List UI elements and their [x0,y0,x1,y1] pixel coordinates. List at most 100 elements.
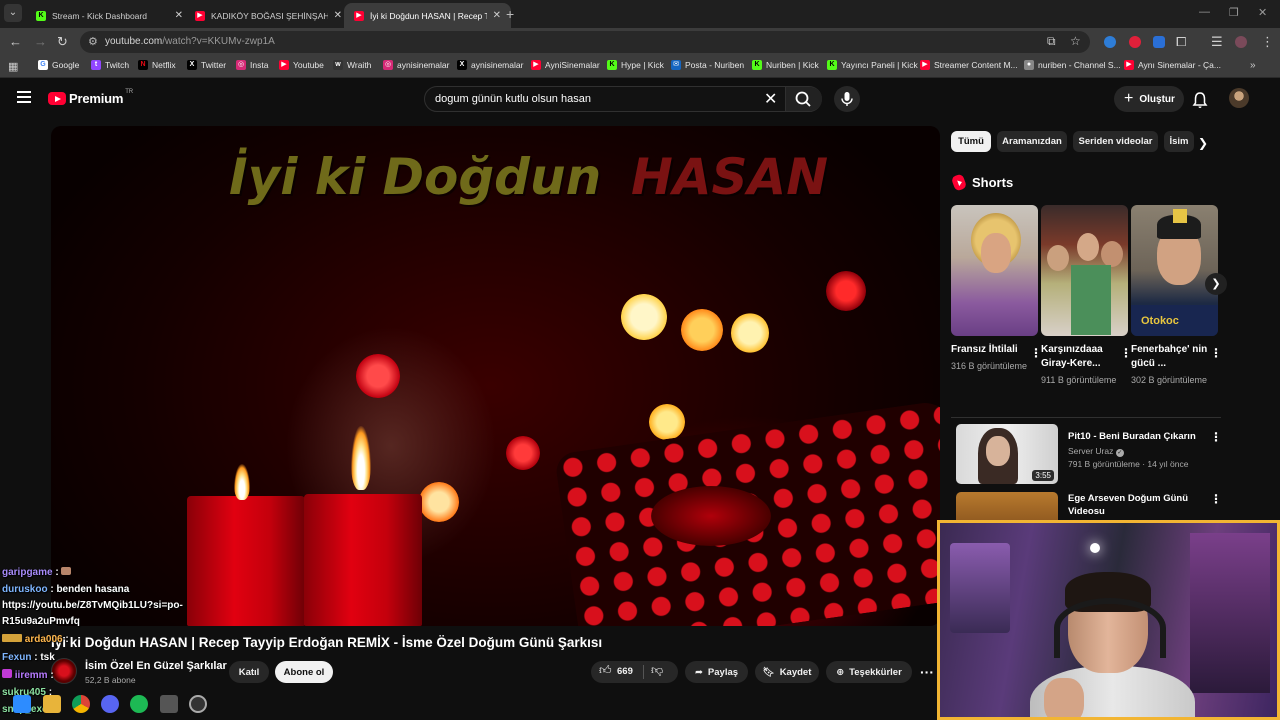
close-icon[interactable]: ✕ [334,10,342,21]
voice-search-button[interactable] [834,86,860,112]
chip-name[interactable]: İsim [1164,131,1194,152]
short-more-icon[interactable]: ⋮ [1210,346,1222,360]
video-title[interactable]: Pit10 - Beni Buradan Çıkarın [1068,430,1208,443]
chat-message: Fexun : tsk [2,652,55,663]
chip-from-series[interactable]: Seriden videolar [1073,131,1158,152]
browser-menu-icon[interactable]: ⋮ [1261,35,1274,49]
apps-grid-icon[interactable]: ▦ [8,60,18,73]
obs-icon[interactable] [189,695,207,713]
share-button[interactable]: ➦ Paylaş [685,661,748,683]
bookmark-label: Streamer Content M... [934,60,1018,70]
bookmark-nuriben-kick[interactable]: K Nuriben | Kick [752,60,819,70]
app-icon[interactable] [160,695,178,713]
video-more-icon[interactable]: ⋮ [1210,430,1222,444]
recommended-video[interactable]: Ege Arseven Doğum Günü Videosu ⋮ [951,492,1222,552]
tab-current-video[interactable]: ▶ İyi ki Doğdun HASAN | Recep T ✕ [344,3,511,28]
cast-icon[interactable]: ⧉ [1047,34,1056,49]
video-title[interactable]: Ege Arseven Doğum Günü Videosu [1068,492,1208,518]
discord-icon[interactable] [101,695,119,713]
short-item[interactable]: Fransız İhtilali 316 B görüntüleme ⋮ [951,205,1042,372]
video-more-icon[interactable]: ⋮ [1210,492,1222,506]
shorts-next-button[interactable]: ❯ [1205,273,1227,295]
reading-list-icon[interactable]: ☰ [1211,35,1223,49]
bookmark-hype-kick[interactable]: K Hype | Kick [607,60,664,70]
short-item[interactable]: Karşınızdaaa Giray-Kere... 911 B görüntü… [1041,205,1132,386]
back-icon[interactable]: ← [9,35,22,49]
user-avatar[interactable] [1229,88,1249,108]
recommended-video[interactable]: 3:55 Pit10 - Beni Buradan Çıkarın Server… [951,424,1222,486]
forward-icon[interactable]: → [34,35,47,49]
video-player[interactable]: İyi ki Doğdun HASAN [51,126,940,626]
channel-name[interactable]: İsim Özel En Güzel Şarkılar [85,660,227,672]
youtube-logo-icon[interactable] [48,92,66,105]
spotify-icon[interactable] [130,695,148,713]
video-thumbnail[interactable]: 3:55 [956,424,1058,484]
more-bookmarks-icon[interactable]: » [1250,60,1256,71]
reload-icon[interactable]: ↻ [57,35,68,49]
close-icon[interactable]: ✕ [493,10,501,21]
bookmark-twitch[interactable]: t Twitch [91,60,129,70]
minimize-icon[interactable]: — [1199,6,1210,18]
short-title[interactable]: Fransız İhtilali [951,343,1029,357]
new-tab-button[interactable]: + [506,6,514,22]
bookmark-aynisinemalar-x[interactable]: Xaynisinemalar [457,60,523,70]
youtube-premium-logo[interactable]: Premium TR [69,89,133,106]
bookmark-ayni-sinemalar-ca[interactable]: ▶ Aynı Sinemalar - Ça... [1124,60,1221,70]
bokeh-light [731,313,769,353]
windows-start-icon[interactable] [13,695,31,713]
bookmark-twitter[interactable]: X Twitter [187,60,226,70]
bookmark-insta[interactable]: ◎ Insta [236,60,268,70]
short-thumbnail[interactable] [951,205,1038,336]
chip-all[interactable]: Tümü [951,131,991,152]
bookmark-wraith[interactable]: w Wraith [333,60,371,70]
tab-kadikoy-video[interactable]: ▶ KADIKÖY BOĞASI ŞEHİNŞAH VE ✕ [185,3,352,28]
like-icon[interactable]: 👍︎ [599,663,612,678]
search-button[interactable] [785,87,822,111]
search-input[interactable] [435,90,755,108]
bookmark-streamer-content[interactable]: ▶ Streamer Content M... [920,60,1018,70]
create-button[interactable]: + Oluştur [1114,86,1184,112]
bookmark-netflix[interactable]: N Netflix [138,60,176,70]
bookmark-aynisinemalar-yt[interactable]: ▶ AyniSinemalar [531,60,600,70]
extension-icon[interactable] [1104,36,1116,48]
menu-hamburger-icon[interactable] [17,91,31,103]
tab-kick-dashboard[interactable]: K Stream - Kick Dashboard ✕ [26,3,193,28]
notifications-bell-icon[interactable] [1192,91,1208,109]
short-thumbnail[interactable]: Otokoc [1131,205,1218,336]
close-icon[interactable]: ✕ [175,10,183,21]
like-count[interactable]: 669 [617,666,633,677]
short-title[interactable]: Karşınızdaaa Giray-Kere... [1041,343,1119,371]
chips-next-icon[interactable]: ❯ [1198,136,1208,150]
short-title[interactable]: Fenerbahçe' nin gücü ... [1131,343,1209,371]
restore-icon[interactable]: ❐ [1229,6,1239,19]
subscribe-button[interactable]: Abone ol [275,661,333,683]
save-button[interactable]: 🔖︎ Kaydet [755,661,819,683]
bookmark-posta[interactable]: ✉ Posta - Nuriben [671,60,744,70]
site-info-icon[interactable]: ⚙ [88,35,98,48]
extensions-puzzle-icon[interactable]: ⧠ [1176,35,1186,49]
bookmark-nuriben-channel[interactable]: ● nuriben - Channel S... [1024,60,1121,70]
extension-icon[interactable] [1129,36,1141,48]
profile-icon[interactable] [1235,36,1247,48]
bookmark-aynisinemalar-insta[interactable]: ◎ aynisinemalar [383,60,449,70]
dislike-icon[interactable]: 👎︎ [651,663,663,678]
bookmark-star-icon[interactable]: ☆ [1070,34,1081,48]
join-button[interactable]: Katıl [229,661,269,683]
chip-from-search[interactable]: Aramanızdan [997,131,1067,152]
bookmark-yayinci-paneli[interactable]: K Yayıncı Paneli | Kick [827,60,918,70]
shield-icon[interactable] [1153,36,1165,48]
chrome-icon[interactable] [72,695,90,713]
clear-search-icon[interactable]: ✕ [764,89,777,109]
window-close-icon[interactable]: ✕ [1258,6,1267,19]
tab-search-button[interactable]: ⌄ [4,4,22,22]
bookmark-youtube[interactable]: ▶ Youtube [279,60,324,70]
thanks-button[interactable]: ⊕ Teşekkürler [826,661,912,683]
file-explorer-icon[interactable] [43,695,61,713]
short-thumbnail[interactable] [1041,205,1128,336]
channel-name[interactable]: Server Uraz ✓ [1068,446,1124,457]
more-actions-icon[interactable]: ··· [920,664,934,680]
bookmark-google[interactable]: G Google [38,60,79,70]
url-bar[interactable]: ⚙ youtube.com/watch?v=KKUMv-zwp1A ⧉ ☆ [80,31,1090,53]
short-item[interactable]: Otokoc Fenerbahçe' nin gücü ... 302 B gö… [1131,205,1222,386]
url-text[interactable]: youtube.com/watch?v=KKUMv-zwp1A [105,36,275,47]
